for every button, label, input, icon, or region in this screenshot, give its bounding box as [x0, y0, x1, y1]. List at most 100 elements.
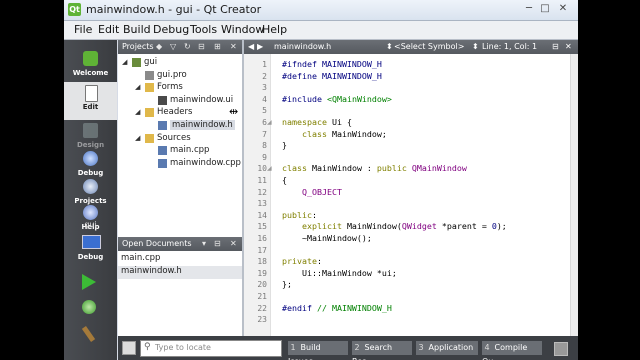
fold-marker-icon[interactable]: ◢	[267, 163, 273, 174]
pane-number: 3	[418, 343, 424, 352]
current-file-label[interactable]: mainwindow.h	[274, 42, 331, 51]
output-pane-application[interactable]: 3 Application ...	[416, 341, 478, 360]
maximize-button[interactable]: □	[538, 3, 552, 16]
split-icon[interactable]: ⊟	[214, 239, 221, 248]
run-icon[interactable]	[82, 274, 96, 290]
fold-marker-icon[interactable]: ◢	[267, 117, 273, 128]
line-number: 11	[257, 176, 267, 185]
open-document-item[interactable]: mainwindow.h	[118, 266, 242, 279]
menu-edit[interactable]: Edit	[98, 23, 119, 36]
code-line[interactable]: public:	[282, 210, 317, 221]
vertical-scrollbar[interactable]	[570, 54, 578, 336]
build-hammer-icon[interactable]	[81, 326, 96, 342]
code-token: namespace	[282, 117, 332, 127]
menu-file[interactable]: File	[74, 23, 92, 36]
menu-tools[interactable]: Tools	[190, 23, 217, 36]
expand-arrow-icon[interactable]: ◢	[135, 108, 144, 116]
expand-arrow-icon[interactable]: ◢	[135, 83, 144, 91]
code-line[interactable]: class MainWindow;	[282, 129, 387, 140]
line-number: 16	[257, 234, 267, 243]
line-number: 18	[257, 257, 267, 267]
pane-close-icon[interactable]: ✕	[230, 239, 237, 248]
expand-arrow-icon[interactable]: ◢	[135, 134, 144, 142]
pane-dropdown-icon[interactable]: ◆	[156, 42, 162, 51]
filter-icon[interactable]: ▽	[170, 42, 176, 51]
toggle-sidebar-icon[interactable]	[122, 341, 136, 355]
code-line[interactable]: #ifndef MAINWINDOW_H	[282, 59, 382, 70]
menu-build[interactable]: Build	[123, 23, 151, 36]
code-line[interactable]: explicit MainWindow(QWidget *parent = 0)…	[282, 221, 507, 232]
tree-item-label: mainwindow.h	[170, 120, 235, 130]
nav-back-icon[interactable]: ◀	[248, 42, 254, 51]
output-pane-build-issues[interactable]: 1 Build Issues	[288, 341, 348, 360]
tree-item[interactable]: ◢ Forms	[118, 81, 242, 94]
output-pane-search-results[interactable]: 2 Search Res...	[352, 341, 412, 360]
projects-pane-title[interactable]: Projects	[122, 42, 154, 51]
nav-forward-icon[interactable]: ▶	[257, 42, 263, 51]
code-line[interactable]: {	[282, 175, 287, 186]
symbol-dropdown-icon[interactable]: ⬍	[472, 42, 479, 51]
mode-edit[interactable]: Edit	[64, 82, 117, 120]
tree-item-label: mainwindow.cpp	[170, 157, 241, 168]
design-icon	[83, 123, 98, 138]
pane-menu-icon[interactable]: ▾	[202, 239, 206, 248]
code-editor[interactable]: ◀ ▶ mainwindow.h ⬍ <Select Symbol> ⬍ Lin…	[244, 40, 578, 336]
tree-item[interactable]: ◢ gui	[118, 56, 242, 69]
kit-selector[interactable]: Debug	[64, 232, 117, 270]
code-line[interactable]: #include <QMainWindow>	[282, 94, 392, 105]
split-editor-icon[interactable]: ⊟	[552, 42, 559, 51]
output-pane-compile-output[interactable]: 4 Compile Ou...	[482, 341, 542, 360]
locator-field[interactable]: ⚲ Type to locate	[140, 340, 282, 357]
close-editor-icon[interactable]: ✕	[565, 42, 572, 51]
tree-item[interactable]: gui.pro	[118, 69, 242, 82]
edit-document-icon	[85, 85, 98, 102]
code-line[interactable]: ~MainWindow();	[282, 233, 372, 244]
line-number: 23	[257, 315, 267, 325]
code-line[interactable]: }	[282, 140, 287, 151]
code-token: class	[282, 128, 332, 139]
code-line[interactable]: #endif // MAINWINDOW_H	[282, 303, 392, 314]
tree-item[interactable]: mainwindow.h	[118, 119, 242, 132]
symbol-selector[interactable]: <Select Symbol>	[394, 42, 464, 51]
sync-icon[interactable]: ↻	[184, 42, 191, 51]
code-line[interactable]: Q_OBJECT	[282, 187, 342, 198]
line-number: 7	[262, 129, 267, 139]
line-number: 5	[262, 106, 267, 116]
line-number: 3	[262, 83, 267, 93]
mode-welcome[interactable]: Welcome	[64, 48, 117, 86]
menu-debug[interactable]: Debug	[153, 23, 189, 36]
file-dropdown-icon[interactable]: ⬍	[386, 42, 393, 51]
line-number: 15	[257, 222, 267, 232]
split-icon[interactable]: ⊟	[198, 42, 205, 51]
pane-close-icon[interactable]: ✕	[230, 42, 237, 51]
tree-item[interactable]: mainwindow.cpp	[118, 157, 242, 170]
open-document-item[interactable]: main.cpp	[118, 253, 242, 266]
header-file-icon	[158, 121, 167, 130]
close-button[interactable]: ✕	[556, 3, 570, 16]
menu-window[interactable]: Window	[221, 23, 264, 36]
folder-icon	[145, 83, 154, 93]
folder-icon	[145, 108, 154, 118]
open-documents-title[interactable]: Open Documents	[122, 239, 192, 248]
code-token: QMainWindow	[411, 163, 467, 174]
code-token: Q_OBJECT	[282, 186, 342, 197]
code-token: MainWindow(	[346, 221, 402, 232]
code-line[interactable]: Ui::MainWindow *ui;	[282, 268, 397, 279]
code-line[interactable]: class MainWindow : public QMainWindow	[282, 163, 467, 174]
menu-help[interactable]: Help	[262, 23, 287, 36]
code-line[interactable]: #define MAINWINDOW_H	[282, 71, 382, 82]
expand-arrow-icon[interactable]: ◢	[122, 58, 131, 66]
pane-menu-icon[interactable]: ⊞	[214, 42, 221, 51]
title-bar[interactable]: Qt mainwindow.h - gui - Qt Creator ─ □ ✕	[64, 0, 578, 21]
tree-item[interactable]: main.cpp	[118, 144, 242, 157]
output-menu-icon[interactable]	[554, 342, 568, 356]
tree-item[interactable]: mainwindow.ui	[118, 94, 242, 107]
start-debugging-icon[interactable]	[82, 300, 96, 314]
code-line[interactable]: namespace Ui {	[282, 117, 352, 128]
code-line[interactable]: };	[282, 279, 292, 290]
help-icon	[83, 205, 98, 220]
code-line[interactable]: private:	[282, 256, 322, 267]
minimize-button[interactable]: ─	[522, 3, 536, 16]
tree-item[interactable]: ◢ Headers	[118, 106, 242, 119]
tree-item[interactable]: ◢ Sources	[118, 132, 242, 145]
